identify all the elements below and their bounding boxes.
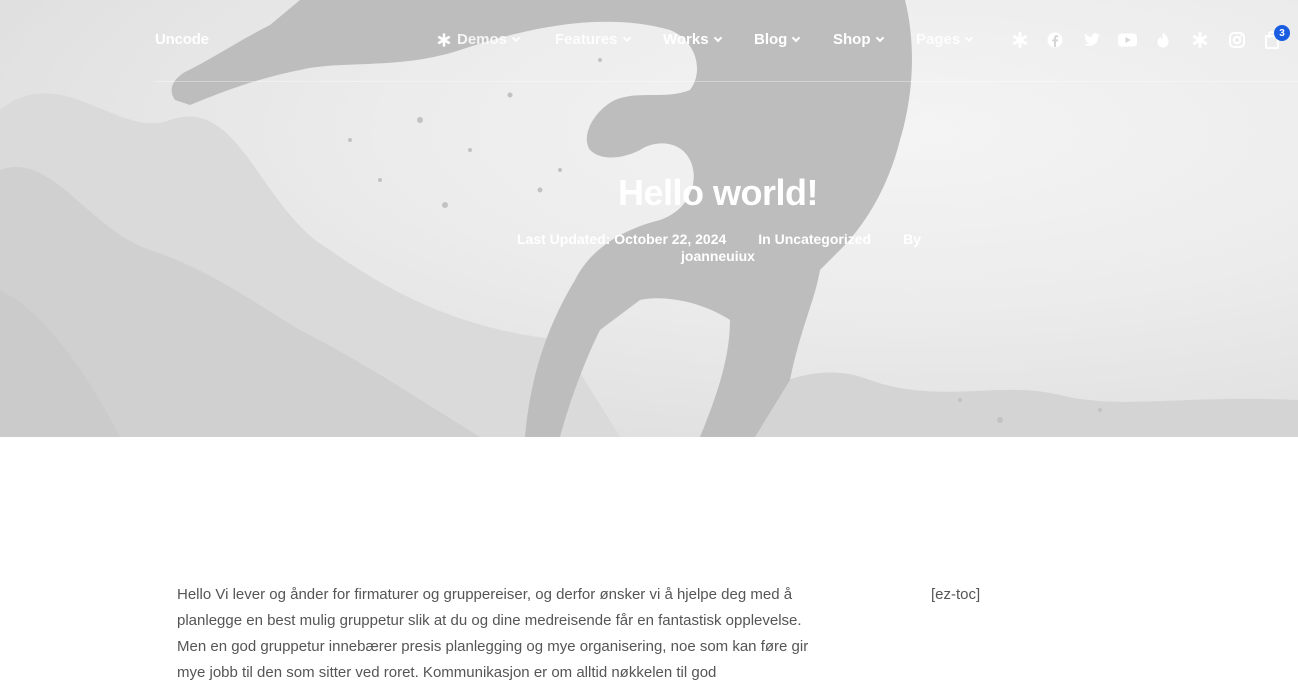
chevron-down-icon — [792, 33, 801, 42]
nav-item-features[interactable]: Features — [555, 31, 631, 48]
chevron-down-icon — [511, 33, 521, 42]
youtube-icon[interactable] — [1117, 30, 1137, 50]
nav-item-works[interactable]: Works — [663, 31, 722, 48]
site-logo[interactable]: Uncode — [155, 31, 209, 48]
nav-label-blog: Blog — [754, 31, 788, 48]
asterisk-icon[interactable] — [1010, 30, 1030, 50]
post-category-link[interactable]: In Uncategorized — [758, 231, 871, 248]
chevron-down-icon — [964, 33, 974, 42]
cart-count-badge: 3 — [1274, 25, 1290, 41]
post-by-label: By — [903, 231, 921, 247]
last-updated-date: Last Updated: October 22, 2024 — [517, 231, 727, 247]
sidebar-toc-shortcode: [ez-toc] — [931, 586, 981, 603]
nav-item-shop[interactable]: Shop — [833, 31, 884, 48]
paragraph-line: planlegge en best mulig gruppetur slik a… — [177, 612, 802, 629]
twitter-icon[interactable] — [1082, 30, 1102, 50]
post-paragraph: Hello Vi lever og ånder for firmaturer o… — [177, 582, 867, 686]
paragraph-line: Men en god gruppetur innebærer presis pl… — [177, 638, 809, 655]
hero-banner: Uncode Demos Features Works Blog Shop Pa… — [0, 0, 1298, 437]
asterisk-icon — [437, 32, 451, 47]
site-header: Uncode Demos Features Works Blog Shop Pa… — [0, 0, 1298, 82]
instagram-icon[interactable] — [1227, 30, 1247, 50]
nav-label-demos: Demos — [457, 31, 508, 48]
asterisk-icon[interactable] — [1190, 30, 1210, 50]
paragraph-line: mye jobb til den som sitter ved roret. K… — [177, 664, 717, 681]
nav-item-demos[interactable]: Demos — [437, 31, 521, 48]
chevron-down-icon — [622, 33, 631, 42]
chevron-down-icon — [875, 33, 884, 42]
nav-item-pages[interactable]: Pages — [916, 31, 974, 48]
nav-label-features: Features — [555, 31, 618, 48]
nav-item-blog[interactable]: Blog — [754, 31, 801, 48]
post-content: Hello Vi lever og ånder for firmaturer o… — [177, 582, 867, 686]
nav-label-pages: Pages — [916, 31, 961, 48]
dribbble-icon[interactable] — [1153, 30, 1173, 50]
facebook-icon[interactable] — [1045, 30, 1065, 50]
post-meta: Last Updated: October 22, 2024 In Uncate… — [517, 231, 921, 265]
post-author-link[interactable]: joanneuiux — [517, 248, 919, 265]
header-divider — [155, 81, 1298, 82]
nav-label-shop: Shop — [833, 31, 871, 48]
paragraph-line: Hello Vi lever og ånder for firmaturer o… — [177, 586, 793, 603]
nav-label-works: Works — [663, 31, 709, 48]
page-title: Hello world! — [618, 172, 819, 213]
chevron-down-icon — [713, 33, 722, 42]
